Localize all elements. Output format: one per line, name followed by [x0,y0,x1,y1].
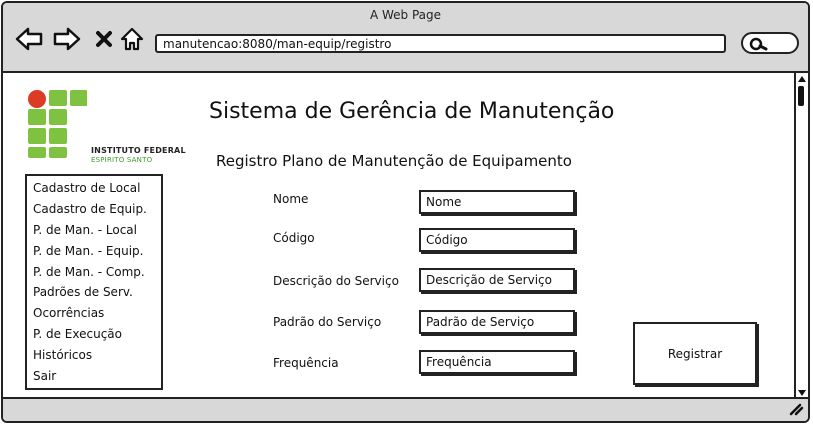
nome-label: Nome [273,192,309,206]
sidebar-item-historicos[interactable]: Históricos [27,345,161,366]
codigo-label: Código [273,231,315,245]
sidebar-item-cadastro-equip[interactable]: Cadastro de Equip. [27,199,161,220]
arrow-left-icon [15,27,43,51]
browser-toolbar: A Web Page [3,3,808,73]
arrow-right-icon [53,27,81,51]
sidebar-item-plano-comp[interactable]: P. de Man. - Comp. [27,262,161,283]
page-title: Sistema de Gerência de Manutenção [209,99,615,124]
home-icon [120,27,144,51]
descricao-servico-input[interactable] [419,268,575,292]
logo-text-state: ESPÍRITO SANTO [91,156,153,164]
sidebar-item-plano-local[interactable]: P. de Man. - Local [27,220,161,241]
back-button[interactable] [15,25,43,53]
sidebar-item-sair[interactable]: Sair [27,366,161,387]
codigo-input[interactable] [419,228,575,252]
padrao-servico-label: Padrão do Serviço [273,315,382,329]
scroll-thumb[interactable] [798,86,804,106]
registrar-button[interactable]: Registrar [633,322,757,385]
close-icon [96,31,112,47]
logo-text-institute: INSTITUTO FEDERAL [91,146,186,155]
search-icon [749,37,768,51]
sidebar-item-cadastro-local[interactable]: Cadastro de Local [27,178,161,199]
search-button[interactable] [741,32,799,54]
frequencia-input[interactable] [419,350,575,374]
scroll-down-icon[interactable] [797,389,807,397]
home-button[interactable] [118,25,146,53]
vertical-scrollbar[interactable] [794,73,808,399]
logo-mark [28,90,88,158]
sidebar-item-plano-equip[interactable]: P. de Man. - Equip. [27,241,161,262]
status-bar [3,397,808,421]
address-bar[interactable] [155,34,726,53]
resize-grip-icon[interactable] [788,402,804,416]
frequencia-label: Frequência [273,356,339,370]
sidebar-item-padroes-servico[interactable]: Padrões de Serv. [27,282,161,303]
forward-button[interactable] [53,25,81,53]
sidebar-item-plano-execucao[interactable]: P. de Execução [27,324,161,345]
sidebar-item-ocorrencias[interactable]: Ocorrências [27,303,161,324]
padrao-servico-input[interactable] [419,310,575,334]
page-content: INSTITUTO FEDERAL ESPÍRITO SANTO Sistema… [3,73,799,399]
stop-button[interactable] [90,25,118,53]
form-title: Registro Plano de Manutenção de Equipame… [216,152,572,170]
institution-logo: INSTITUTO FEDERAL ESPÍRITO SANTO [25,88,186,164]
window-title: A Web Page [369,8,442,22]
scroll-up-icon[interactable] [797,75,807,83]
descricao-servico-label: Descrição do Serviço [273,274,399,288]
browser-window: A Web Page manutencao:8080/man-equip/reg… [1,1,810,423]
nome-input[interactable] [419,190,575,214]
sidebar-menu: Cadastro de Local Cadastro de Equip. P. … [25,174,163,390]
